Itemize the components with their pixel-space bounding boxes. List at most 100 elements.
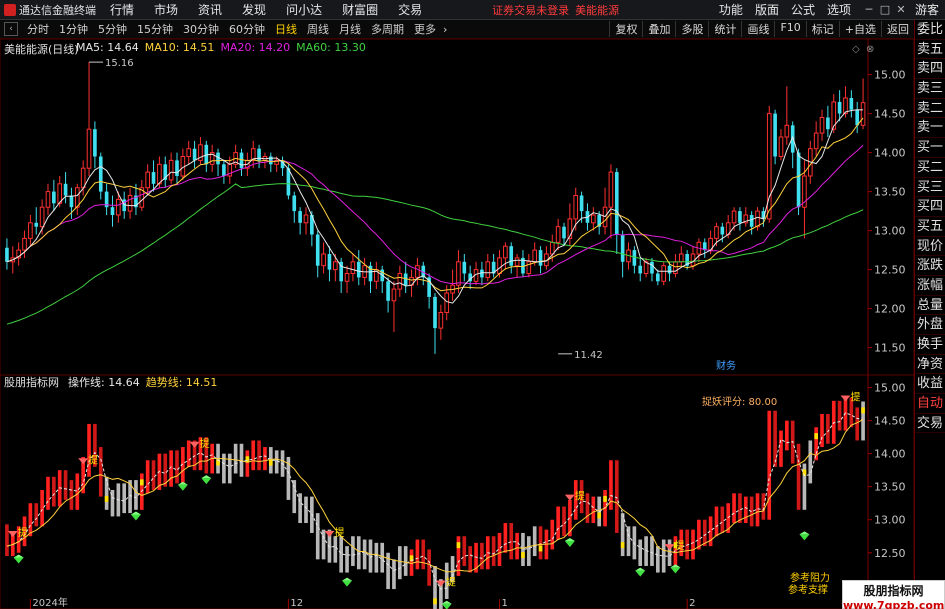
buy-diamond-icon <box>670 567 681 574</box>
finance-label: 财务 <box>716 359 736 372</box>
more-arrow-icon[interactable]: › <box>441 23 449 36</box>
tool-overlay[interactable]: 叠加 <box>642 21 675 37</box>
side-tab-price[interactable]: 现价 <box>915 237 945 257</box>
buy-diamond-top <box>670 564 681 568</box>
candle <box>350 254 356 282</box>
side-tab-turnover[interactable]: 换手 <box>915 335 945 355</box>
side-tab-buy4[interactable]: 买四 <box>915 197 945 217</box>
candle <box>403 261 408 293</box>
menu-options[interactable]: 选项 <box>821 1 857 18</box>
period-60min[interactable]: 60分钟 <box>224 21 270 37</box>
tool-add-watch[interactable]: +自选 <box>838 21 881 37</box>
high-label: 15.16 <box>105 58 134 69</box>
side-tab-buy1[interactable]: 买一 <box>915 138 945 158</box>
menu-discover[interactable]: 发现 <box>232 1 276 18</box>
side-tab-buy3[interactable]: 买三 <box>915 178 945 198</box>
menu-formula[interactable]: 公式 <box>785 1 821 18</box>
signal-bar <box>69 480 74 510</box>
menu-function[interactable]: 功能 <box>713 1 749 18</box>
side-tab-pct[interactable]: 涨幅 <box>915 276 945 296</box>
candle <box>321 242 326 274</box>
side-tab-auto[interactable]: 自动 <box>915 394 945 414</box>
tool-return[interactable]: 返回 <box>881 21 914 37</box>
candle-body <box>433 296 437 329</box>
menu-markets[interactable]: 市场 <box>144 1 188 18</box>
period-more[interactable]: 更多 <box>409 21 441 37</box>
tool-multi-stock[interactable]: 多股 <box>675 21 708 37</box>
close-icon[interactable]: ✕ <box>893 3 909 16</box>
candle-body <box>292 195 297 212</box>
side-tab-sell4[interactable]: 卖四 <box>915 59 945 80</box>
candle <box>391 281 397 332</box>
tool-stats[interactable]: 统计 <box>708 21 741 37</box>
back-icon[interactable]: ‹ <box>4 22 18 36</box>
menu-wealth[interactable]: 财富圈 <box>332 1 388 18</box>
candle-body <box>526 261 532 275</box>
candle-body <box>614 172 619 235</box>
candle <box>198 137 203 165</box>
side-tab-buy5[interactable]: 买五 <box>915 217 945 237</box>
menu-trade[interactable]: 交易 <box>388 1 432 18</box>
cross-marker <box>104 495 109 502</box>
side-tab-earnings[interactable]: 收益 <box>915 374 945 395</box>
candle-body <box>579 195 584 212</box>
period-5min[interactable]: 5分钟 <box>93 21 132 37</box>
diamond-icon: ◇ <box>852 44 860 55</box>
candle-body <box>573 195 579 220</box>
signal-bar <box>562 506 566 537</box>
signal-bar <box>509 523 514 560</box>
candle-body <box>63 183 68 196</box>
side-tab-outer[interactable]: 外盘 <box>915 315 945 335</box>
signal-bar <box>251 440 256 471</box>
tool-draw[interactable]: 画线 <box>741 21 774 37</box>
menu-layout[interactable]: 版面 <box>749 1 785 18</box>
login-alert[interactable]: 证券交易未登录 <box>492 2 569 18</box>
tool-mark[interactable]: 标记 <box>805 21 839 37</box>
candle <box>192 140 197 169</box>
menu-ask[interactable]: 问小达 <box>276 1 332 18</box>
alert-marker-icon <box>664 544 675 551</box>
candle-body <box>778 136 784 157</box>
cross-marker <box>139 479 144 486</box>
side-tab-trade[interactable]: 交易 <box>915 414 945 434</box>
side-tab-sell3[interactable]: 卖三 <box>915 79 945 99</box>
candle-body <box>350 261 356 275</box>
period-multi[interactable]: 多周期 <box>366 21 409 37</box>
period-intraday[interactable]: 分时 <box>22 21 54 37</box>
signal-bar <box>5 524 9 557</box>
mark-label: 提 <box>675 540 685 552</box>
candle-body <box>57 183 63 204</box>
candle-body <box>110 207 115 215</box>
candle <box>509 242 514 274</box>
maximize-icon[interactable]: □ <box>877 3 893 16</box>
alert-marker-icon <box>189 441 200 448</box>
kline-chart[interactable]: 15.00 14.50 14.00 13.50 13.00 12.50 12.00 11.50… <box>0 39 914 609</box>
tool-f10[interactable]: F10 <box>774 21 805 37</box>
minimize-icon[interactable]: ─ <box>861 3 877 16</box>
side-tab-buy2[interactable]: 买二 <box>915 158 945 178</box>
side-tab-weibi[interactable]: 委比 <box>915 20 945 40</box>
menu-market[interactable]: 行情 <box>100 1 144 18</box>
candle-body <box>5 247 9 262</box>
menu-news[interactable]: 资讯 <box>188 1 232 18</box>
signal-bar <box>175 450 179 484</box>
side-tab-sell1[interactable]: 卖一 <box>915 118 945 139</box>
signal-bar <box>427 549 431 586</box>
side-tab-nav[interactable]: 净资 <box>915 355 945 375</box>
side-tab-volume[interactable]: 总量 <box>915 296 945 316</box>
candle-body <box>497 257 502 274</box>
period-weekly[interactable]: 周线 <box>302 21 334 37</box>
side-tab-sell5[interactable]: 卖五 <box>915 40 945 60</box>
user-label[interactable]: 游客 <box>909 1 945 18</box>
candle-body <box>632 250 637 266</box>
side-tab-sell2[interactable]: 卖二 <box>915 99 945 119</box>
side-tab-change[interactable]: 涨跌 <box>915 256 945 276</box>
watermark: 股朋指标网 www.7gpzb.com <box>842 580 945 609</box>
candle <box>216 148 220 176</box>
period-daily[interactable]: 日线 <box>270 21 302 37</box>
period-monthly[interactable]: 月线 <box>334 21 366 37</box>
tool-adjust[interactable]: 复权 <box>609 21 642 37</box>
period-1min[interactable]: 1分钟 <box>54 21 93 37</box>
period-15min[interactable]: 15分钟 <box>132 21 178 37</box>
period-30min[interactable]: 30分钟 <box>178 21 224 37</box>
